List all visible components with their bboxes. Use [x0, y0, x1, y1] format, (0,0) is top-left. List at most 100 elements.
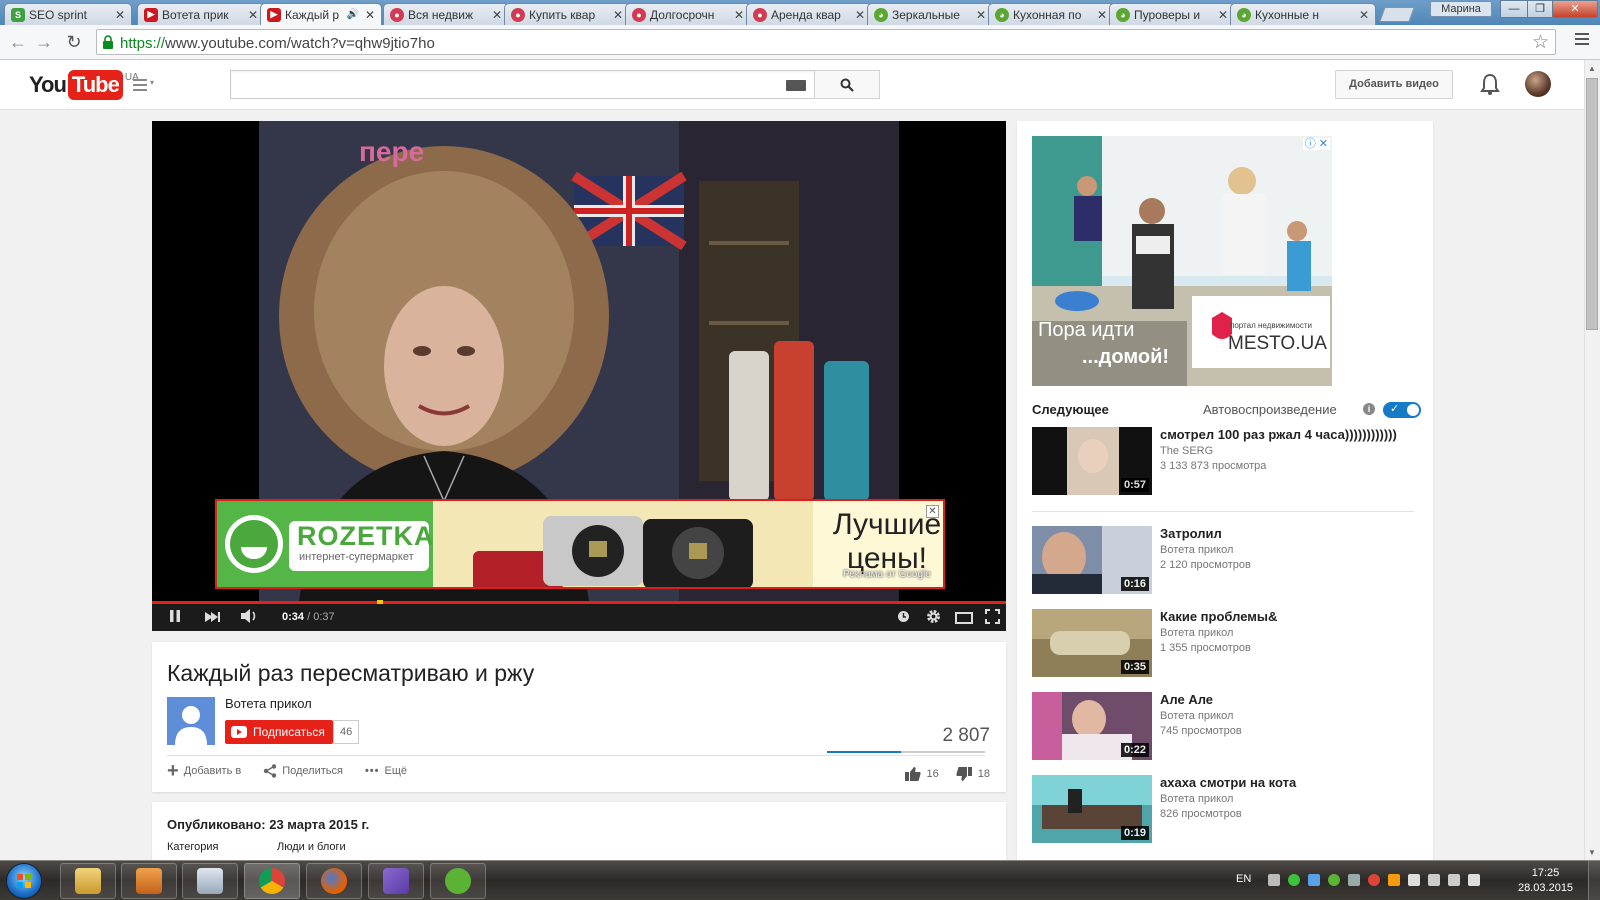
search-button[interactable]: [814, 70, 880, 99]
browser-tab[interactable]: ● Купить квар ✕: [504, 3, 630, 25]
browser-tab[interactable]: ● Долгосрочн ✕: [625, 3, 751, 25]
share-button[interactable]: Поделиться: [263, 764, 343, 778]
tab-close-icon[interactable]: ✕: [365, 8, 375, 22]
subscribe-button[interactable]: Подписаться: [225, 720, 333, 744]
notifications-bell-icon[interactable]: [1480, 72, 1500, 96]
sidebar-ad[interactable]: Пора идти ...домой! портал недвижимости …: [1032, 136, 1332, 386]
back-arrow-icon[interactable]: ←: [8, 32, 28, 53]
channel-avatar[interactable]: [167, 697, 215, 745]
new-tab-button[interactable]: [1379, 7, 1415, 22]
volume-icon[interactable]: [240, 609, 260, 627]
maximize-icon[interactable]: ❐: [1527, 0, 1553, 18]
tray-battery-icon[interactable]: [1448, 874, 1460, 886]
tray-utorrent-icon[interactable]: [1328, 874, 1340, 886]
start-button[interactable]: [6, 863, 42, 899]
settings-gear-icon[interactable]: [926, 609, 941, 628]
related-video-title[interactable]: Затролил: [1160, 526, 1222, 541]
window-close-icon[interactable]: ✕: [1552, 0, 1598, 18]
taskbar-explorer[interactable]: [60, 863, 116, 899]
show-desktop-button[interactable]: [1588, 861, 1600, 900]
fullscreen-icon[interactable]: [985, 609, 1000, 628]
taskbar-chrome[interactable]: [244, 863, 300, 899]
tab-close-icon[interactable]: ✕: [1218, 8, 1228, 22]
video-thumbnail[interactable]: 0:19: [1032, 775, 1152, 843]
browser-user-badge[interactable]: Марина: [1430, 1, 1492, 17]
tray-network-icon[interactable]: [1348, 874, 1360, 886]
forward-arrow-icon[interactable]: →: [34, 32, 54, 53]
address-bar[interactable]: https://www.youtube.com/watch?v=qhw9jtio…: [96, 29, 1556, 55]
tab-close-icon[interactable]: ✕: [1097, 8, 1107, 22]
tab-close-icon[interactable]: ✕: [115, 8, 125, 22]
tab-close-icon[interactable]: ✕: [248, 8, 258, 22]
next-icon[interactable]: [204, 610, 220, 627]
tray-volume-icon[interactable]: [1468, 874, 1480, 886]
tab-close-icon[interactable]: ✕: [855, 8, 865, 22]
taskbar-firefox[interactable]: [306, 863, 362, 899]
user-avatar[interactable]: [1525, 71, 1551, 97]
overlay-ad-banner[interactable]: ROZETKA интернет-супермаркет Лучшие цены…: [215, 499, 945, 589]
autoplay-toggle[interactable]: ✓: [1383, 402, 1421, 418]
taskbar-visual-studio[interactable]: [368, 863, 424, 899]
scroll-up-icon[interactable]: ▲: [1588, 64, 1596, 73]
taskbar-utorrent[interactable]: [430, 863, 486, 899]
tray-add-icon[interactable]: [1288, 874, 1300, 886]
more-button[interactable]: ••• Ещё: [365, 764, 407, 778]
video-thumbnail[interactable]: 0:16: [1032, 526, 1152, 594]
pause-icon[interactable]: [168, 609, 182, 627]
video-player[interactable]: пере ROZETKA интернет-супермаркет Лучшие…: [152, 121, 1006, 631]
tab-close-icon[interactable]: ✕: [492, 8, 502, 22]
tray-cloud-icon[interactable]: [1308, 874, 1320, 886]
browser-tab[interactable]: ◕ Кухонная по ✕: [988, 3, 1114, 25]
watch-later-icon[interactable]: [897, 610, 910, 627]
browser-tab[interactable]: ◕ Кухонные н ✕: [1230, 3, 1376, 25]
tab-close-icon[interactable]: ✕: [734, 8, 744, 22]
bookmark-star-icon[interactable]: ☆: [1532, 31, 1549, 54]
tray-device-icon[interactable]: [1408, 874, 1420, 886]
taskbar-calculator[interactable]: [182, 863, 238, 899]
reload-icon[interactable]: ↻: [64, 32, 84, 53]
browser-tab[interactable]: ● Аренда квар ✕: [746, 3, 872, 25]
video-thumbnail[interactable]: 0:22: [1032, 692, 1152, 760]
browser-menu-icon[interactable]: [1575, 33, 1589, 48]
theater-mode-icon[interactable]: [955, 611, 973, 628]
related-video-item[interactable]: 0:19 ахаха смотри на кота Вотета прикол …: [1032, 775, 1422, 844]
browser-tab-active[interactable]: ▶ Каждый р 🔊 ✕: [260, 3, 382, 25]
tray-chrome-icon[interactable]: [1368, 874, 1380, 886]
minimize-icon[interactable]: —: [1500, 0, 1528, 18]
language-indicator[interactable]: EN: [1236, 873, 1251, 885]
channel-name[interactable]: Вотета прикол: [225, 696, 312, 711]
tab-close-icon[interactable]: ✕: [976, 8, 986, 22]
tray-rss-icon[interactable]: [1388, 874, 1400, 886]
ads-by-google-label[interactable]: Реклама от Google: [843, 569, 931, 580]
related-video-item[interactable]: 0:35 Какие проблемы& Вотета прикол 1 355…: [1032, 609, 1422, 678]
add-to-button[interactable]: + Добавить в: [167, 761, 241, 781]
related-video-item[interactable]: 0:16 Затролил Вотета прикол 2 120 просмо…: [1032, 526, 1422, 595]
browser-tab[interactable]: ▶ Вотета прик ✕: [137, 3, 265, 25]
search-input[interactable]: [230, 70, 814, 99]
browser-tab[interactable]: S SEO sprint ✕: [4, 3, 132, 25]
scrollbar-thumb[interactable]: [1586, 78, 1598, 330]
browser-tab[interactable]: ● Вся недвиж ✕: [383, 3, 509, 25]
info-icon[interactable]: i: [1363, 403, 1375, 415]
video-thumbnail[interactable]: 0:57: [1032, 427, 1152, 495]
scroll-down-icon[interactable]: ▼: [1588, 848, 1596, 857]
related-video-title[interactable]: ахаха смотри на кота: [1160, 775, 1296, 790]
category-value[interactable]: Люди и блоги: [277, 841, 346, 853]
ad-close-icon[interactable]: ✕: [926, 505, 939, 518]
related-video-title[interactable]: смотрел 100 раз ржал 4 часа)))))))))))): [1160, 427, 1397, 442]
add-video-button[interactable]: Добавить видео: [1335, 70, 1453, 99]
related-video-item[interactable]: 0:57 смотрел 100 раз ржал 4 часа))))))))…: [1032, 427, 1422, 496]
guide-chevron-icon[interactable]: ▾: [150, 78, 154, 87]
ad-choices-icon[interactable]: ⓘ ✕: [1302, 138, 1330, 150]
tray-signal-icon[interactable]: [1428, 874, 1440, 886]
taskbar-media-player[interactable]: [121, 863, 177, 899]
related-video-title[interactable]: Какие проблемы&: [1160, 609, 1277, 624]
related-video-title[interactable]: Але Але: [1160, 692, 1213, 707]
youtube-logo[interactable]: You Tube UA: [29, 70, 139, 100]
taskbar-clock[interactable]: 17:25 28.03.2015: [1518, 866, 1573, 896]
tray-arrow-icon[interactable]: [1268, 874, 1280, 886]
video-thumbnail[interactable]: 0:35: [1032, 609, 1152, 677]
like-button[interactable]: 16: [904, 766, 939, 782]
related-video-item[interactable]: 0:22 Але Але Вотета прикол 745 просмотро…: [1032, 692, 1422, 761]
tab-close-icon[interactable]: ✕: [613, 8, 623, 22]
